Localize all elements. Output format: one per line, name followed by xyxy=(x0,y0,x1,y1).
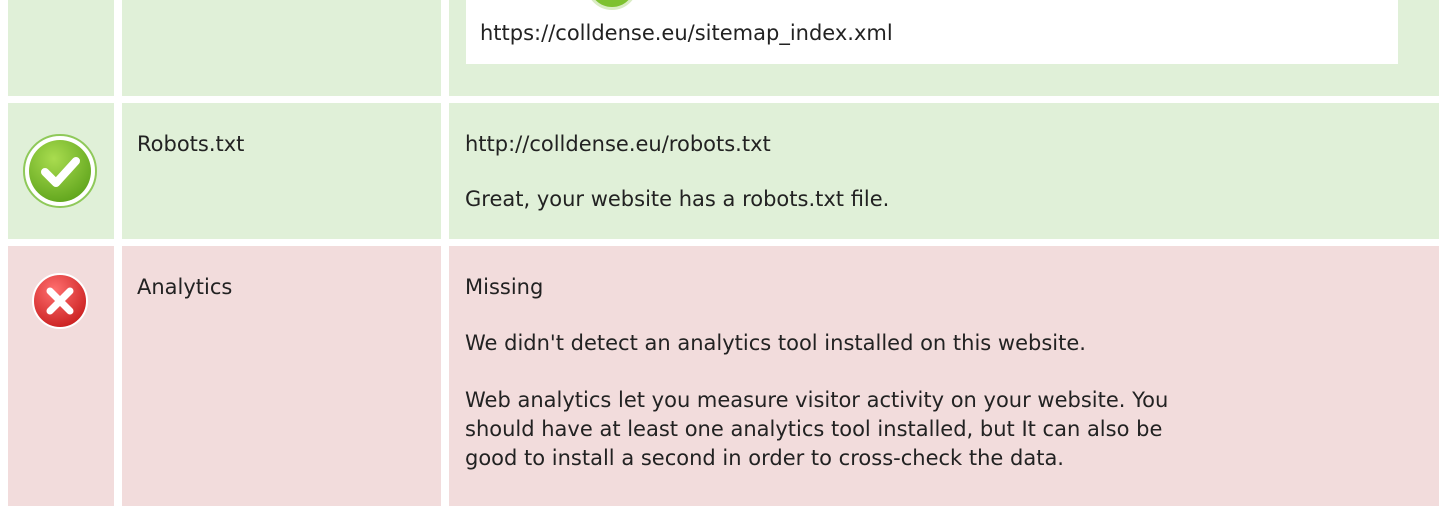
analytics-description-line: Web analytics let you measure visitor ac… xyxy=(465,388,1169,412)
sitemap-content-cell: https://colldense.eu/sitemap_index.xml xyxy=(449,0,1439,96)
analytics-description-line: should have at least one analytics tool … xyxy=(465,417,1163,441)
robots-content-cell: http://colldense.eu/robots.txt Great, yo… xyxy=(449,103,1439,239)
analytics-description-line: good to install a second in order to cro… xyxy=(465,446,1064,470)
analytics-message: We didn't detect an analytics tool insta… xyxy=(465,331,1086,355)
sitemap-row: https://colldense.eu/sitemap_index.xml xyxy=(0,0,1448,96)
analytics-status: Missing xyxy=(465,275,544,299)
analytics-row: Analytics Missing We didn't detect an an… xyxy=(0,246,1448,506)
robots-label-cell: Robots.txt xyxy=(122,103,441,239)
sitemap-url-box: https://colldense.eu/sitemap_index.xml xyxy=(466,0,1398,64)
robots-url[interactable]: http://colldense.eu/robots.txt xyxy=(465,130,771,159)
robots-status-cell xyxy=(8,103,114,239)
analytics-label-cell: Analytics xyxy=(122,246,441,506)
analytics-content-cell: Missing We didn't detect an analytics to… xyxy=(449,246,1439,506)
robots-message: Great, your website has a robots.txt fil… xyxy=(465,187,890,211)
robots-row: Robots.txt http://colldense.eu/robots.tx… xyxy=(0,103,1448,239)
sitemap-url[interactable]: https://colldense.eu/sitemap_index.xml xyxy=(480,19,893,48)
analytics-status-cell xyxy=(8,246,114,506)
sitemap-label-cell xyxy=(122,0,441,96)
check-icon xyxy=(23,134,97,208)
robots-label: Robots.txt xyxy=(137,132,245,156)
analytics-label: Analytics xyxy=(137,275,233,299)
error-icon xyxy=(32,273,88,329)
sitemap-status-cell xyxy=(8,0,114,96)
